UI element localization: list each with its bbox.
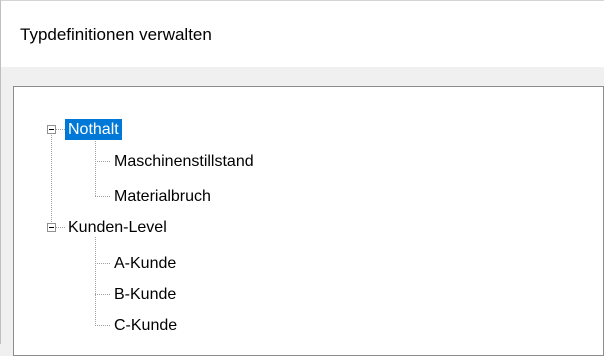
- tree-node-b-kunde[interactable]: B-Kunde: [111, 284, 179, 305]
- title-bar: Typdefinitionen verwalten: [1, 1, 604, 67]
- tree-node-maschinenstillstand[interactable]: Maschinenstillstand: [111, 151, 257, 172]
- tree-node-nothalt[interactable]: Nothalt: [65, 119, 122, 140]
- window-title: Typdefinitionen verwalten: [20, 25, 212, 44]
- collapse-toggle-icon[interactable]: [47, 223, 56, 232]
- dialog-window: Typdefinitionen verwalten Nothalt Maschi…: [0, 0, 604, 356]
- tree-node-materialbruch[interactable]: Materialbruch: [111, 186, 214, 207]
- collapse-toggle-icon[interactable]: [47, 125, 56, 134]
- tree-node-c-kunde[interactable]: C-Kunde: [111, 315, 180, 336]
- tree-node-a-kunde[interactable]: A-Kunde: [111, 253, 179, 274]
- type-tree-view[interactable]: Nothalt Maschinenstillstand Materialbruc…: [13, 86, 604, 356]
- tree-node-kunden-level[interactable]: Kunden-Level: [65, 217, 170, 238]
